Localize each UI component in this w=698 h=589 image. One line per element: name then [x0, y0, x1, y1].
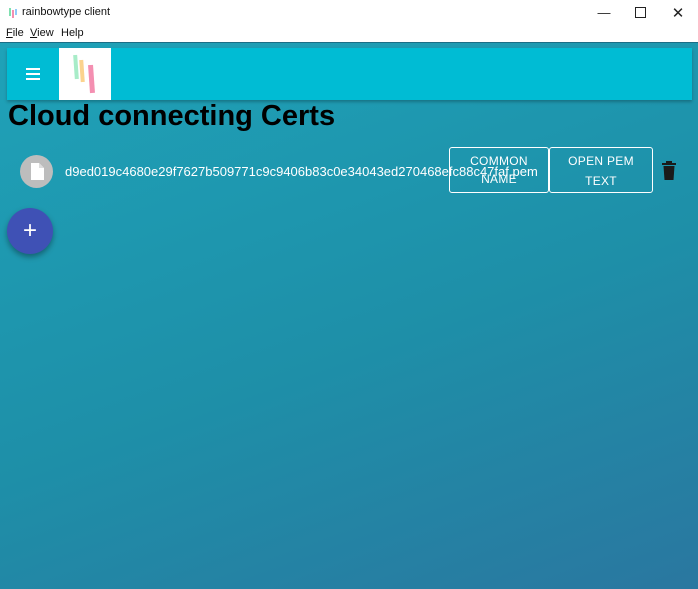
app-bar	[7, 48, 692, 100]
open-pem-text-button[interactable]: OPEN PEM TEXT	[549, 147, 653, 193]
minimize-button[interactable]: —	[584, 0, 624, 25]
window-titlebar: rainbowtype client — ✕	[0, 0, 698, 25]
close-icon: ✕	[671, 4, 685, 22]
menu-file[interactable]: File	[6, 27, 24, 39]
close-button[interactable]: ✕	[658, 0, 698, 25]
delete-cert-button[interactable]	[660, 161, 678, 181]
main-content: Cloud connecting Certs d9ed019c4680e29f7…	[0, 42, 698, 589]
page-title: Cloud connecting Certs	[8, 100, 336, 132]
window-title: rainbowtype client	[22, 6, 111, 18]
app-icon	[9, 8, 17, 18]
hamburger-menu-button[interactable]	[21, 64, 45, 84]
maximize-button[interactable]	[620, 0, 660, 25]
menu-view[interactable]: View	[30, 27, 54, 39]
rainbowtype-logo[interactable]	[59, 48, 111, 100]
add-cert-fab[interactable]: +	[7, 208, 53, 254]
cert-avatar	[20, 155, 53, 188]
minimize-icon: —	[597, 5, 611, 20]
menu-help[interactable]: Help	[61, 27, 84, 39]
trash-icon	[662, 161, 676, 180]
menubar: File View Help	[0, 25, 698, 42]
common-name-button[interactable]: COMMON NAME	[449, 147, 549, 193]
plus-icon: +	[22, 217, 37, 244]
hamburger-menu-icon	[26, 68, 40, 70]
cert-list-item: d9ed019c4680e29f7627b509771c9c9406b83c0e…	[0, 147, 698, 199]
maximize-icon	[634, 7, 646, 18]
logo-icon	[73, 54, 95, 94]
file-icon	[30, 163, 44, 180]
